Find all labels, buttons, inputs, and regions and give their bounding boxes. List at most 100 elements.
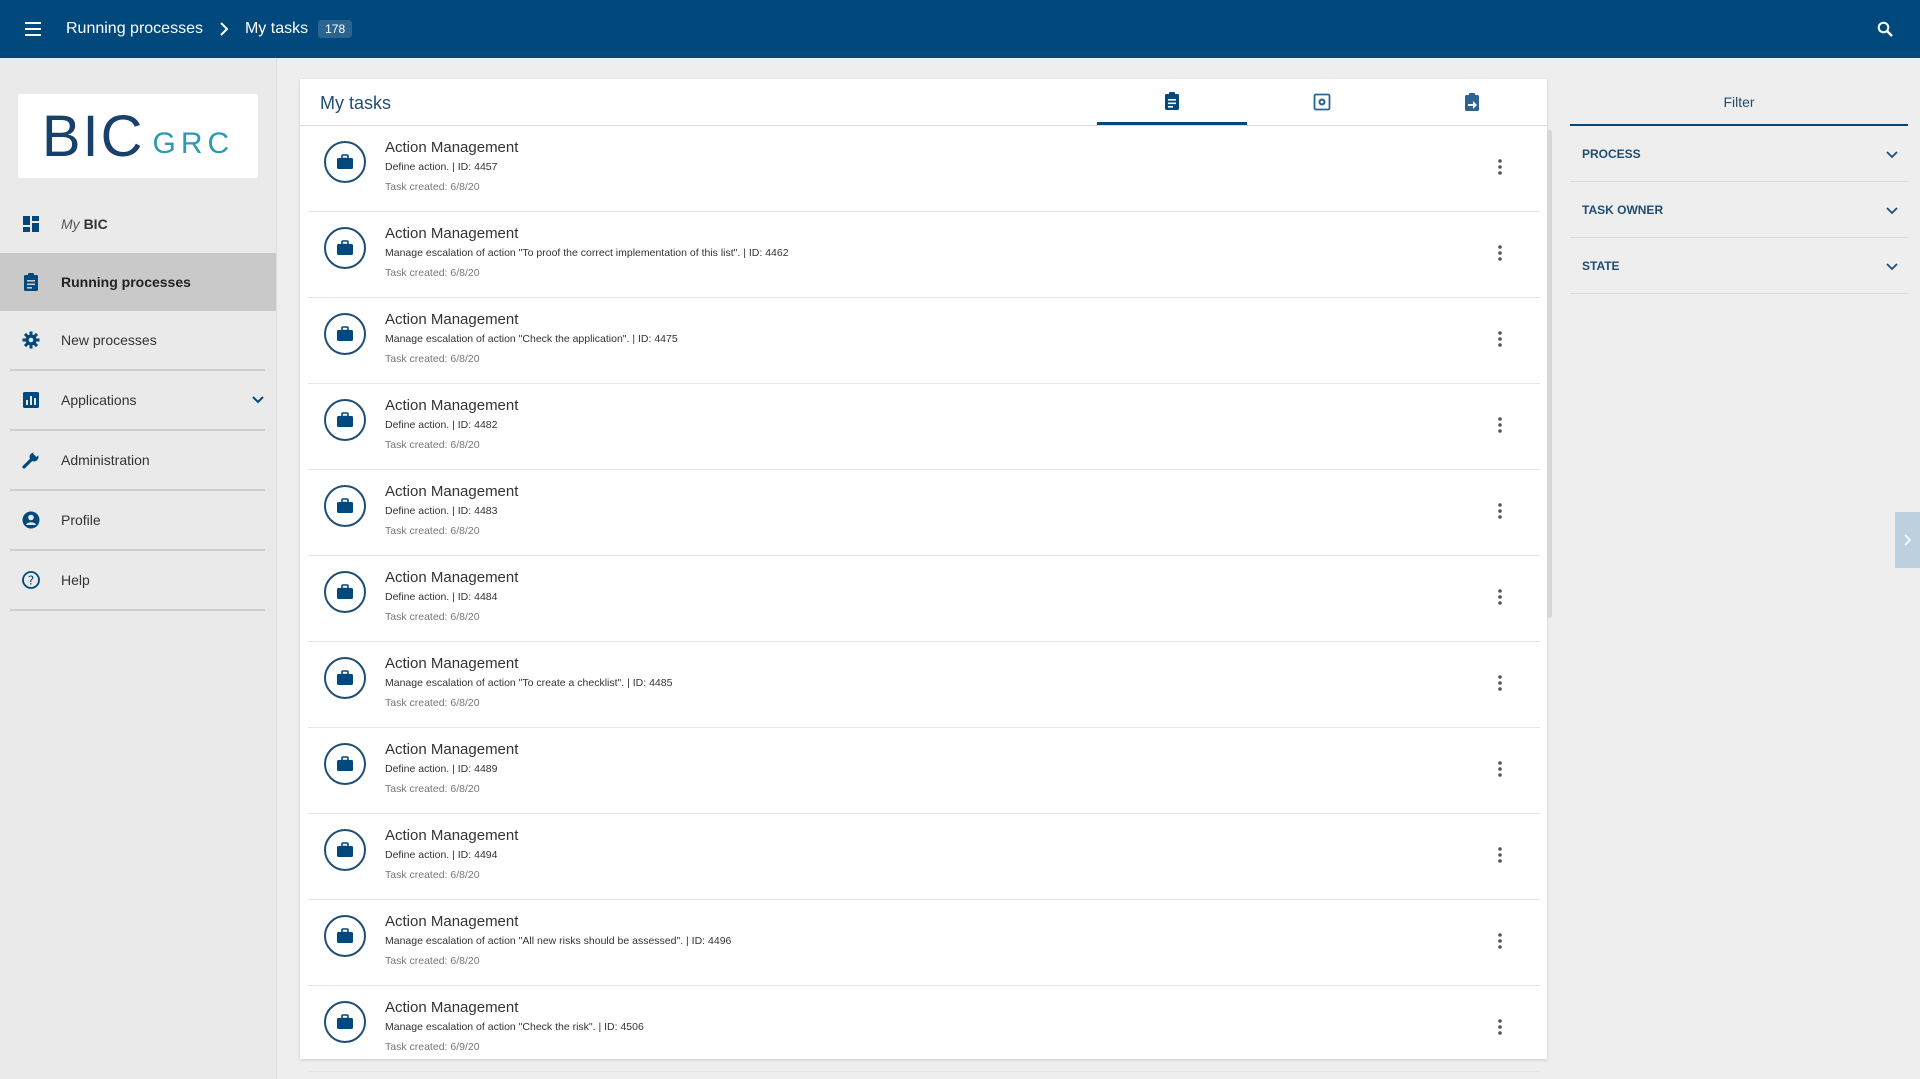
more-vert-icon xyxy=(1498,331,1502,347)
task-row[interactable]: Action Management Manage escalation of a… xyxy=(308,986,1540,1072)
task-title[interactable]: Action Management xyxy=(385,311,518,328)
briefcase-icon xyxy=(337,498,353,513)
task-row[interactable]: Action Management Define action. | ID: 4… xyxy=(308,814,1540,900)
briefcase-icon xyxy=(337,670,353,685)
search-button[interactable] xyxy=(1870,14,1900,44)
sidebar-item-new-processes[interactable]: New processes xyxy=(0,311,276,369)
task-avatar xyxy=(324,657,366,699)
tab-settings[interactable] xyxy=(1247,79,1397,125)
expand-panel-button[interactable] xyxy=(1895,512,1920,568)
clipboard-arrow-icon xyxy=(1465,93,1479,111)
task-count-badge: 178 xyxy=(318,20,353,38)
filter-state[interactable]: STATE xyxy=(1570,238,1908,294)
more-options-button[interactable] xyxy=(1490,1014,1510,1040)
breadcrumb-my-tasks: My tasks xyxy=(244,20,309,37)
briefcase-icon xyxy=(337,928,353,943)
task-title[interactable]: Action Management xyxy=(385,999,518,1016)
task-created-date: Task created: 6/8/20 xyxy=(385,611,480,623)
task-row[interactable]: Action Management Define action. | ID: 4… xyxy=(308,384,1540,470)
briefcase-icon xyxy=(337,412,353,427)
filter-label: PROCESS xyxy=(1582,146,1641,161)
filter-label: STATE xyxy=(1582,258,1620,273)
chevron-right-icon xyxy=(219,22,229,36)
task-avatar xyxy=(324,227,366,269)
task-row[interactable]: Action Management Define action. | ID: 4… xyxy=(308,728,1540,814)
task-row[interactable]: Action Management Manage escalation of a… xyxy=(308,642,1540,728)
task-avatar xyxy=(324,743,366,785)
task-created-date: Task created: 6/8/20 xyxy=(385,869,480,881)
task-description: Define action. | ID: 4483 xyxy=(385,505,498,517)
task-title[interactable]: Action Management xyxy=(385,827,518,844)
task-row[interactable]: Action Management Manage escalation of a… xyxy=(308,298,1540,384)
filter-label: TASK OWNER xyxy=(1582,202,1664,217)
task-title[interactable]: Action Management xyxy=(385,397,518,414)
task-avatar xyxy=(324,313,366,355)
help-icon: ? xyxy=(0,571,61,589)
sidebar-item-applications[interactable]: Applications xyxy=(0,371,276,429)
filter-panel: Filter PROCESS TASK OWNER STATE xyxy=(1570,79,1908,294)
more-options-button[interactable] xyxy=(1490,756,1510,782)
more-options-button[interactable] xyxy=(1490,842,1510,868)
filter-task-owner[interactable]: TASK OWNER xyxy=(1570,182,1908,238)
more-options-button[interactable] xyxy=(1490,498,1510,524)
briefcase-icon xyxy=(337,326,353,341)
sidebar-item-running-processes[interactable]: Running processes xyxy=(0,253,276,311)
task-title[interactable]: Action Management xyxy=(385,483,518,500)
filter-header[interactable]: Filter xyxy=(1570,79,1908,126)
briefcase-icon xyxy=(337,154,353,169)
more-options-button[interactable] xyxy=(1490,928,1510,954)
tab-assigned[interactable] xyxy=(1397,79,1547,125)
more-options-button[interactable] xyxy=(1490,154,1510,180)
task-avatar xyxy=(324,399,366,441)
sidebar: BIC GRC My BIC Running processes New pro… xyxy=(0,58,277,1079)
briefcase-icon xyxy=(337,842,353,857)
task-title[interactable]: Action Management xyxy=(385,569,518,586)
tasks-header: My tasks xyxy=(300,79,1547,126)
more-options-button[interactable] xyxy=(1490,326,1510,352)
menu-button[interactable] xyxy=(0,0,66,58)
breadcrumb-running-processes[interactable]: Running processes xyxy=(66,20,203,38)
task-row[interactable]: Action Management Manage escalation of a… xyxy=(308,212,1540,298)
svg-text:?: ? xyxy=(27,574,33,588)
more-options-button[interactable] xyxy=(1490,584,1510,610)
more-options-button[interactable] xyxy=(1490,412,1510,438)
task-created-date: Task created: 6/8/20 xyxy=(385,697,480,709)
more-vert-icon xyxy=(1498,159,1502,175)
more-vert-icon xyxy=(1498,417,1502,433)
task-created-date: Task created: 6/8/20 xyxy=(385,353,480,365)
task-row[interactable]: Action Management Define action. | ID: 4… xyxy=(308,556,1540,642)
chevron-down-icon xyxy=(1886,258,1898,276)
settings-box-icon xyxy=(1313,93,1331,111)
bar-chart-icon xyxy=(0,392,61,408)
chevron-down-icon xyxy=(1886,202,1898,220)
task-title[interactable]: Action Management xyxy=(385,913,518,930)
tab-tasks[interactable] xyxy=(1097,79,1247,125)
task-description: Manage escalation of action "Check the a… xyxy=(385,333,678,345)
task-avatar xyxy=(324,485,366,527)
task-title[interactable]: Action Management xyxy=(385,655,518,672)
sidebar-item-label: Running processes xyxy=(61,274,191,290)
hamburger-icon xyxy=(25,22,41,36)
task-row[interactable]: Action Management Define action. | ID: 4… xyxy=(308,470,1540,556)
chevron-down-icon xyxy=(1886,146,1898,164)
task-title[interactable]: Action Management xyxy=(385,741,518,758)
task-created-date: Task created: 6/8/20 xyxy=(385,267,480,279)
task-list-scrollbar[interactable] xyxy=(1547,130,1552,618)
task-row[interactable]: Action Management Define action. | ID: 4… xyxy=(308,126,1540,212)
task-description: Manage escalation of action "To proof th… xyxy=(385,247,789,259)
task-avatar xyxy=(324,571,366,613)
sidebar-item-profile[interactable]: Profile xyxy=(0,491,276,549)
more-options-button[interactable] xyxy=(1490,240,1510,266)
task-row[interactable]: Action Management Manage escalation of a… xyxy=(308,900,1540,986)
task-description: Manage escalation of action "All new ris… xyxy=(385,935,732,947)
dashboard-icon xyxy=(0,215,61,233)
sidebar-item-administration[interactable]: Administration xyxy=(0,431,276,489)
sidebar-item-help[interactable]: ? Help xyxy=(0,551,276,609)
task-title[interactable]: Action Management xyxy=(385,139,518,156)
more-options-button[interactable] xyxy=(1490,670,1510,696)
task-title[interactable]: Action Management xyxy=(385,225,518,242)
filter-process[interactable]: PROCESS xyxy=(1570,126,1908,182)
task-created-date: Task created: 6/9/20 xyxy=(385,1041,480,1053)
sidebar-item-mybic[interactable]: My BIC xyxy=(0,195,276,253)
nav-divider xyxy=(10,609,265,611)
